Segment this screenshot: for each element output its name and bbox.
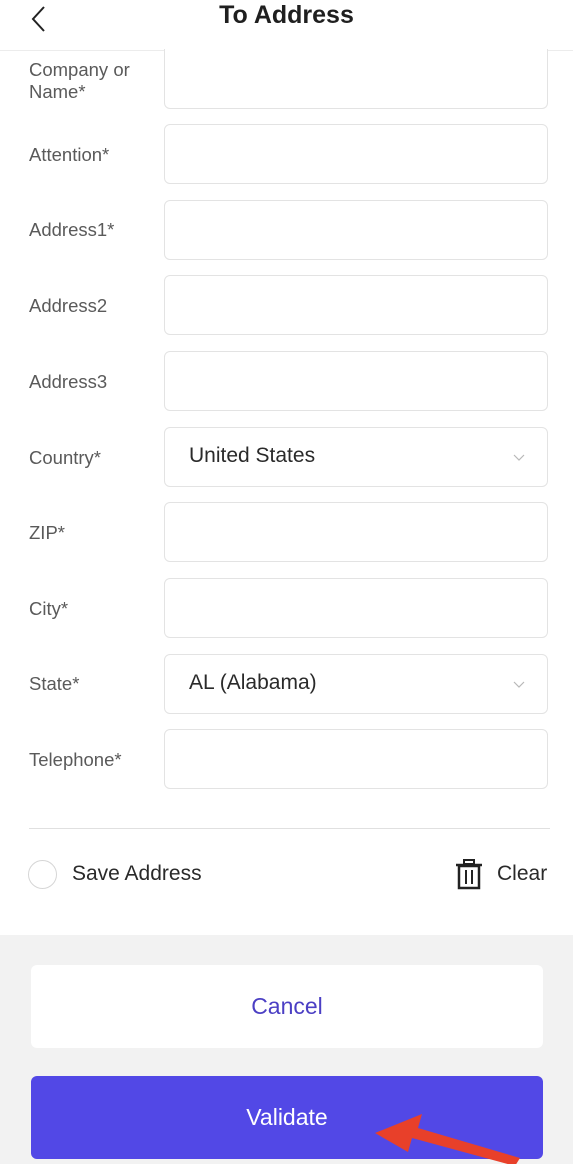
attention-label: Attention* [29, 144, 110, 165]
zip-input[interactable] [164, 502, 548, 562]
divider [29, 828, 550, 829]
header-bar: To Address [0, 0, 573, 51]
country-value: United States [189, 444, 316, 467]
trash-icon[interactable] [454, 858, 484, 890]
address1-input[interactable] [164, 200, 548, 260]
company-label: Company or Name* [29, 59, 130, 102]
zip-label: ZIP* [29, 522, 65, 543]
country-label: Country* [29, 447, 101, 468]
chevron-down-icon [513, 454, 525, 461]
telephone-input[interactable] [164, 729, 548, 789]
address2-input[interactable] [164, 275, 548, 335]
cancel-button[interactable]: Cancel [31, 965, 543, 1048]
company-input[interactable] [164, 49, 548, 109]
attention-input[interactable] [164, 124, 548, 184]
city-label: City* [29, 598, 69, 619]
country-select[interactable]: United States [164, 427, 548, 487]
save-address-radio[interactable] [28, 860, 57, 889]
city-input[interactable] [164, 578, 548, 638]
clear-button[interactable]: Clear [497, 862, 547, 886]
address3-label: Address3 [29, 371, 108, 392]
state-value: AL (Alabama) [189, 671, 317, 694]
address1-label: Address1* [29, 219, 115, 240]
address3-input[interactable] [164, 351, 548, 411]
page-title: To Address [219, 1, 354, 29]
state-label: State* [29, 673, 80, 694]
address2-label: Address2 [29, 295, 108, 316]
telephone-label: Telephone* [29, 749, 122, 770]
state-select[interactable]: AL (Alabama) [164, 654, 548, 714]
red-arrow-annotation [375, 1114, 520, 1164]
save-address-label[interactable]: Save Address [72, 862, 202, 886]
chevron-down-icon [513, 681, 525, 688]
